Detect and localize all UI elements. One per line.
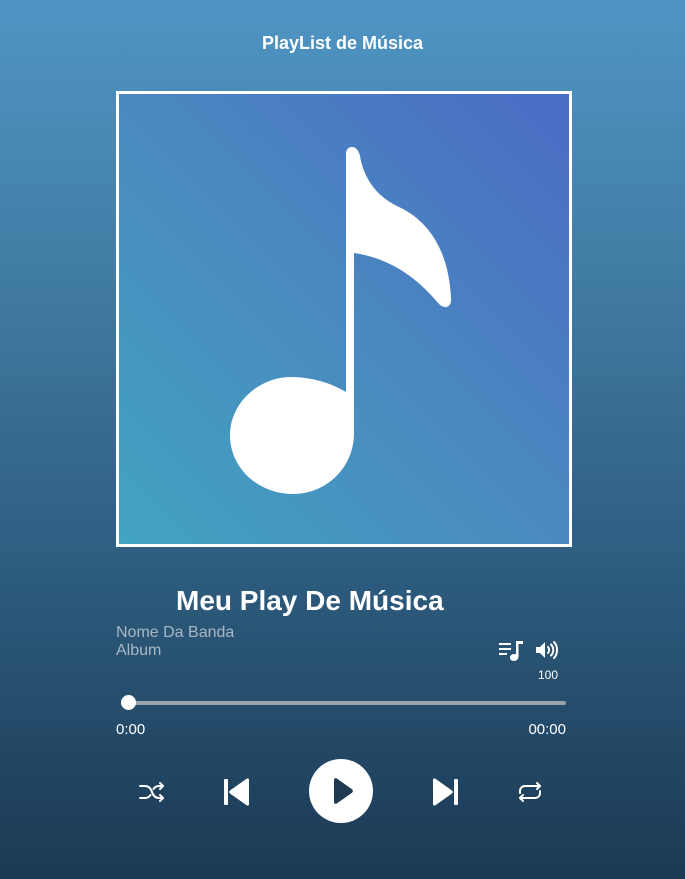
repeat-icon (519, 782, 541, 802)
band-name: Nome Da Banda (116, 624, 235, 641)
playlist-button[interactable] (498, 639, 526, 663)
play-button[interactable] (309, 759, 373, 823)
music-note-icon (230, 147, 452, 494)
album-cover (116, 91, 572, 547)
album-name: Album (116, 642, 162, 659)
total-time: 00:00 (528, 721, 566, 738)
song-title: Meu Play De Música (176, 585, 444, 616)
repeat-button[interactable] (516, 780, 544, 804)
current-time: 0:00 (116, 721, 146, 738)
volume-button[interactable] (535, 639, 559, 661)
shuffle-icon (139, 782, 164, 802)
progress-thumb[interactable] (121, 695, 136, 710)
app-title: PlayList de Música (261, 33, 424, 53)
volume-icon (536, 641, 558, 659)
volume-value: 100 (537, 668, 559, 682)
next-button[interactable] (430, 776, 460, 808)
skip-previous-icon (224, 778, 249, 806)
skip-next-icon (433, 778, 458, 806)
previous-button[interactable] (222, 776, 252, 808)
play-icon (334, 778, 353, 804)
shuffle-button[interactable] (138, 780, 166, 804)
progress-bar[interactable] (121, 695, 566, 710)
playlist-icon (499, 641, 523, 661)
